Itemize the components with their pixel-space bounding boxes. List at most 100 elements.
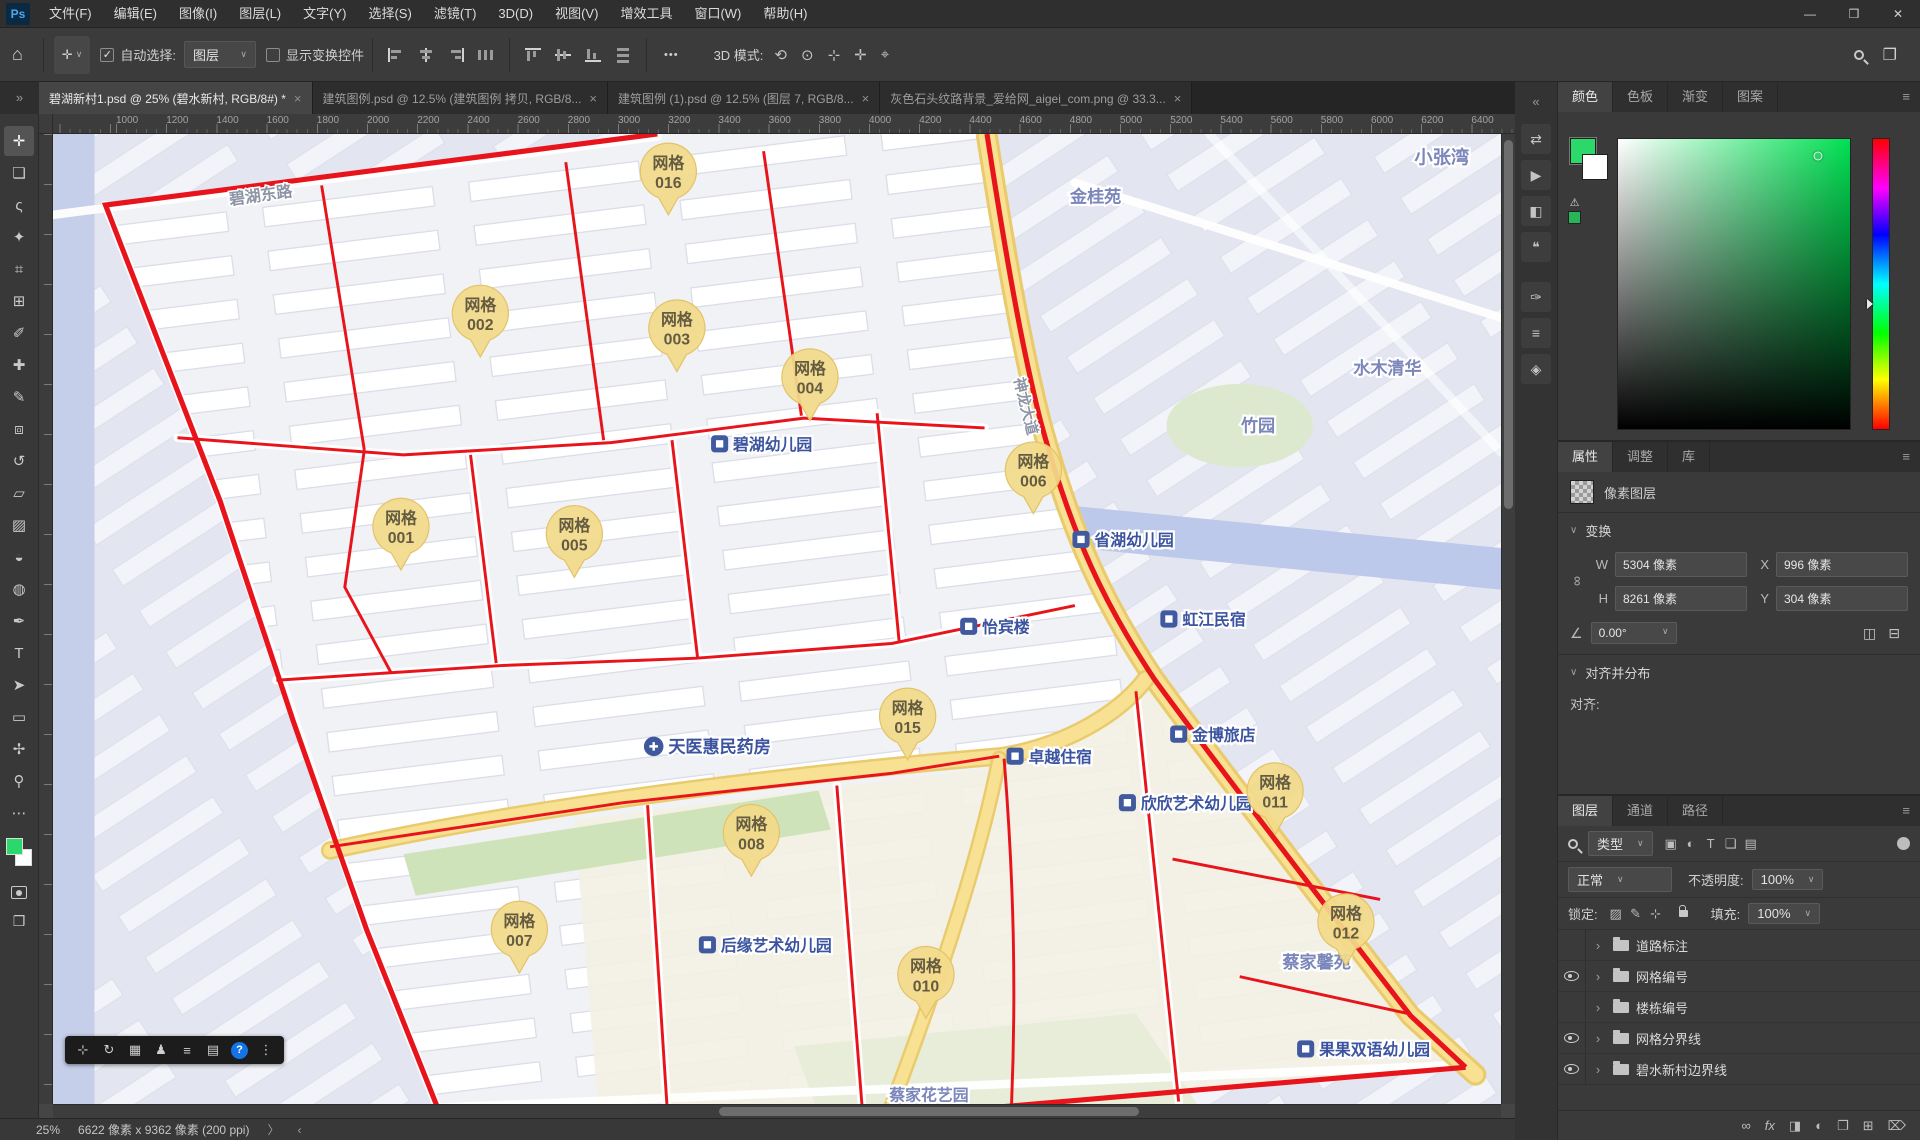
menu-item-11[interactable]: 帮助(H) [752,0,818,28]
align-vertical-centers-icon[interactable] [555,48,572,62]
layer-filter-search-icon[interactable] [1568,838,1578,849]
link-layers-icon[interactable]: ∞ [1741,1118,1750,1133]
3d-rotate-icon[interactable]: ⟲ [767,46,794,64]
more-align-options-icon[interactable]: ••• [655,49,688,61]
fill-dropdown[interactable]: 100% ∨ [1748,903,1821,924]
align-left-edges-icon[interactable] [388,47,404,62]
lasso-tool[interactable]: ς [4,190,34,220]
expand-group-icon[interactable]: › [1590,1000,1606,1015]
delete-layer-icon[interactable]: ⌦ [1888,1118,1906,1134]
link-dimensions-icon[interactable]: ∞ [1570,573,1586,589]
brush-tool[interactable]: ✎ [4,382,34,412]
filter-adjustment-layers-icon[interactable]: ◐ [1681,836,1701,852]
menu-item-9[interactable]: 增效工具 [609,0,683,28]
panel-menu-icon[interactable]: ≡ [1892,796,1920,826]
arrange-panel-icon[interactable]: ⇄ [1521,124,1551,154]
lock-all-icon[interactable] [1678,905,1688,917]
menu-item-3[interactable]: 图层(L) [228,0,292,28]
distribute-vertically-icon[interactable] [615,47,631,63]
screen-mode-icon[interactable]: ❒ [13,913,26,930]
layer-visibility-toggle[interactable] [1558,961,1586,991]
expand-group-icon[interactable]: › [1590,938,1606,953]
expand-group-icon[interactable]: › [1590,1031,1606,1046]
new-layer-icon[interactable]: ⊞ [1863,1118,1874,1134]
expand-group-icon[interactable]: › [1590,1062,1606,1077]
layer-row[interactable]: › 道路标注 [1558,930,1920,961]
touchbar-user-icon[interactable]: ♟ [149,1039,173,1061]
menu-item-10[interactable]: 窗口(W) [683,0,752,28]
new-group-icon[interactable]: ❐ [1837,1118,1849,1134]
export-panel-icon[interactable]: ◧ [1521,196,1551,226]
vertical-scrollbar[interactable] [1501,134,1515,1104]
foreground-color-swatch[interactable] [6,838,23,855]
window-control-maximize-icon[interactable]: ❒ [1832,0,1876,28]
layer-visibility-toggle[interactable] [1558,1054,1586,1084]
saturation-brightness-field[interactable] [1617,138,1851,430]
expand-panels-icon[interactable]: « [1521,86,1551,116]
panel-menu-icon[interactable]: ≡ [1892,442,1920,472]
panel-menu-icon[interactable]: ≡ [1892,82,1920,112]
close-tab-icon[interactable]: × [589,91,597,106]
hue-slider[interactable] [1867,138,1890,430]
layer-row[interactable]: › 网格分界线 [1558,1023,1920,1054]
touchbar-help-icon[interactable]: ? [231,1041,248,1059]
show-transform-controls-checkbox[interactable]: ✓ [266,47,280,62]
horizontal-scrollbar-thumb[interactable] [719,1107,1139,1116]
flip-horizontal-icon[interactable]: ◫ [1863,625,1876,642]
close-tab-icon[interactable]: × [862,91,870,106]
pen-tool[interactable]: ✒ [4,606,34,636]
touchbar-palette-icon[interactable]: ▤ [201,1039,225,1061]
color-tab-颜色[interactable]: 颜色 [1558,82,1614,112]
history-brush-tool[interactable]: ↺ [4,446,34,476]
actions-panel-icon[interactable]: ▶ [1521,160,1551,190]
layer-filter-type-dropdown[interactable]: 类型 ∨ [1588,831,1653,856]
color-picker-cursor[interactable] [1813,151,1823,161]
layers-tab-图层[interactable]: 图层 [1558,796,1614,826]
layer-row[interactable]: › 碧水新村边界线 [1558,1054,1920,1085]
filter-smart-objects-icon[interactable]: ▤ [1741,836,1761,852]
layers-tab-通道[interactable]: 通道 [1613,796,1669,826]
document-tab-3[interactable]: 灰色石头纹路背景_爱给网_aigei_com.png @ 33.3... × [880,82,1193,114]
align-right-edges-icon[interactable] [448,47,465,62]
healing-brush-tool[interactable]: ✚ [4,350,34,380]
touchbar-rotate-icon[interactable]: ↻ [97,1039,121,1061]
toolbar-more-icon[interactable]: ⋯ [4,798,34,828]
path-selection-tool[interactable]: ➤ [4,670,34,700]
y-field[interactable]: 304 像素 [1776,585,1908,611]
map-canvas[interactable]: 小张湾金桂苑碧湖东路水木清华竹园碧湖幼儿园省湖幼儿园怡宾楼 虹江民宿天医惠民药房卓… [53,134,1501,1104]
touchbar-dock-icon[interactable]: ⋮ [254,1039,278,1061]
rotation-angle-field[interactable]: 0.00° ∨ [1590,622,1677,644]
current-tool-icon[interactable]: ✛ ∨ [53,35,91,74]
expand-group-icon[interactable]: › [1590,969,1606,984]
touchbar-list-icon[interactable]: ≡ [175,1039,199,1061]
color-tab-图案[interactable]: 图案 [1723,82,1779,112]
hue-slider-marker[interactable] [1867,299,1873,310]
search-icon[interactable] [1853,49,1864,60]
opacity-dropdown[interactable]: 100% ∨ [1751,869,1824,890]
3d-slide-icon[interactable]: ✛ [847,46,874,64]
menu-item-0[interactable]: 文件(F) [38,0,103,28]
width-field[interactable]: 5304 像素 [1615,551,1747,577]
touchbar-move-icon[interactable]: ⊹ [71,1039,95,1061]
eraser-tool[interactable]: ▱ [4,478,34,508]
horizontal-scrollbar[interactable] [53,1104,1501,1118]
document-tab-1[interactable]: 建筑图例.psd @ 12.5% (建筑图例 拷贝, RGB/8... × [312,82,609,114]
color-tab-渐变[interactable]: 渐变 [1668,82,1724,112]
hand-tool[interactable]: ✢ [4,734,34,764]
auto-select-checkbox[interactable]: ✓ [100,47,115,62]
auto-select-target-dropdown[interactable]: 图层 ∨ [184,41,256,68]
menu-item-6[interactable]: 滤镜(T) [423,0,488,28]
layer-row[interactable]: › 网格编号 [1558,961,1920,992]
zoom-level[interactable]: 25% [36,1123,60,1137]
align-bottom-edges-icon[interactable] [585,48,602,62]
properties-tab-库[interactable]: 库 [1668,442,1711,472]
window-control-minimize-icon[interactable]: — [1788,0,1832,28]
workspace-switcher-icon[interactable]: ❐ [1874,45,1906,65]
align-distribute-section-header[interactable]: ∨ 对齐并分布 [1558,654,1920,690]
document-tab-2[interactable]: 建筑图例 (1).psd @ 12.5% (图层 7, RGB/8... × [608,82,881,114]
menu-item-7[interactable]: 3D(D) [487,0,544,28]
status-options-icon[interactable]: 〉 [267,1121,279,1138]
vertical-scrollbar-thumb[interactable] [1504,140,1513,509]
menu-item-8[interactable]: 视图(V) [544,0,609,28]
color-tab-色板[interactable]: 色板 [1613,82,1669,112]
